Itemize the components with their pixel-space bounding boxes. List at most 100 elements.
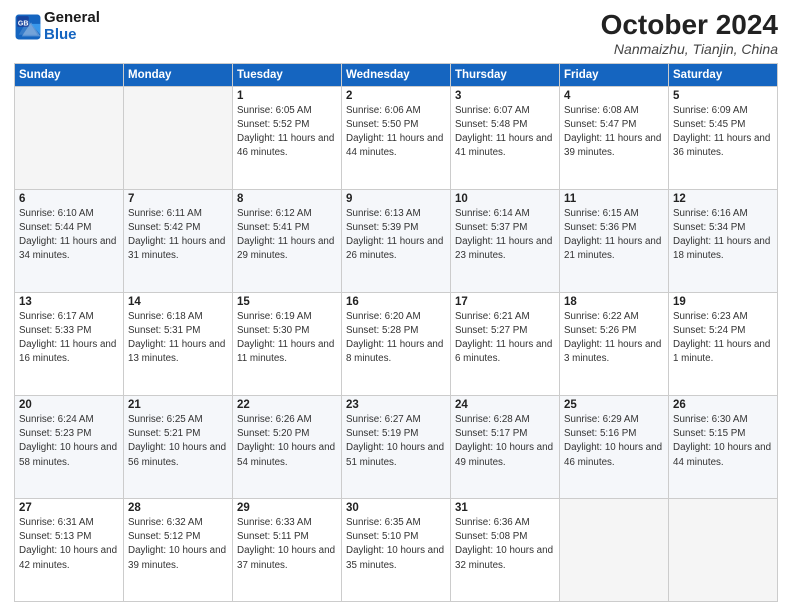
calendar-cell: 24Sunrise: 6:28 AM Sunset: 5:17 PM Dayli… — [451, 395, 560, 498]
day-info: Sunrise: 6:09 AM Sunset: 5:45 PM Dayligh… — [673, 104, 773, 161]
calendar-cell: 27Sunrise: 6:31 AM Sunset: 5:13 PM Dayli… — [15, 498, 124, 601]
calendar-cell: 14 Sunrise: 6:18 AM Sunset: 5:31 PM Dayli… — [124, 292, 233, 395]
day-number: 6 — [19, 193, 119, 205]
day-info: Sunrise: 6:18 AM Sunset: 5:31 PM Dayligh… — [128, 310, 228, 367]
day-info: Sunrise: 6:11 AM Sunset: 5:42 PM Dayligh… — [128, 207, 228, 264]
day-info: Sunrise: 6:17 AM Sunset: 5:33 PM Dayligh… — [19, 310, 119, 367]
day-info: Sunrise: 6:24 AM Sunset: 5:23 PM Dayligh… — [19, 413, 119, 470]
col-sunday: Sunday — [15, 63, 124, 86]
calendar-cell — [669, 498, 778, 601]
day-info: Sunrise: 6:06 AM Sunset: 5:50 PM Dayligh… — [346, 104, 446, 161]
day-info: Sunrise: 6:21 AM Sunset: 5:27 PM Dayligh… — [455, 310, 555, 367]
day-info: Sunrise: 6:22 AM Sunset: 5:26 PM Dayligh… — [564, 310, 664, 367]
day-number: 31 — [455, 502, 555, 514]
col-wednesday: Wednesday — [342, 63, 451, 86]
calendar-cell: 25 Sunrise: 6:29 AM Sunset: 5:16 PM Dayli… — [560, 395, 669, 498]
calendar-week-row: 27Sunrise: 6:31 AM Sunset: 5:13 PM Dayli… — [15, 498, 778, 601]
calendar-cell: 19Sunrise: 6:23 AM Sunset: 5:24 PM Dayli… — [669, 292, 778, 395]
calendar-cell: 1Sunrise: 6:05 AM Sunset: 5:52 PM Daylig… — [233, 86, 342, 189]
day-info: Sunrise: 6:26 AM Sunset: 5:20 PM Dayligh… — [237, 413, 337, 470]
col-saturday: Saturday — [669, 63, 778, 86]
day-number: 7 — [128, 193, 228, 205]
day-info: Sunrise: 6:14 AM Sunset: 5:37 PM Dayligh… — [455, 207, 555, 264]
day-number: 19 — [673, 296, 773, 308]
day-number: 20 — [19, 399, 119, 411]
day-number: 15 — [237, 296, 337, 308]
calendar-cell: 17Sunrise: 6:21 AM Sunset: 5:27 PM Dayli… — [451, 292, 560, 395]
calendar-cell: 3 Sunrise: 6:07 AM Sunset: 5:48 PM Daylig… — [451, 86, 560, 189]
calendar-cell: 6Sunrise: 6:10 AM Sunset: 5:44 PM Daylig… — [15, 189, 124, 292]
col-friday: Friday — [560, 63, 669, 86]
calendar-cell: 7 Sunrise: 6:11 AM Sunset: 5:42 PM Daylig… — [124, 189, 233, 292]
day-number: 28 — [128, 502, 228, 514]
day-number: 26 — [673, 399, 773, 411]
calendar-cell: 8 Sunrise: 6:12 AM Sunset: 5:41 PM Daylig… — [233, 189, 342, 292]
day-number: 22 — [237, 399, 337, 411]
calendar-week-row: 20 Sunrise: 6:24 AM Sunset: 5:23 PM Dayli… — [15, 395, 778, 498]
day-info: Sunrise: 6:25 AM Sunset: 5:21 PM Dayligh… — [128, 413, 228, 470]
calendar-cell: 28 Sunrise: 6:32 AM Sunset: 5:12 PM Dayli… — [124, 498, 233, 601]
calendar-cell: 23Sunrise: 6:27 AM Sunset: 5:19 PM Dayli… — [342, 395, 451, 498]
calendar-cell: 13 Sunrise: 6:17 AM Sunset: 5:33 PM Dayli… — [15, 292, 124, 395]
svg-text:GB: GB — [18, 20, 29, 27]
day-number: 18 — [564, 296, 664, 308]
day-number: 1 — [237, 90, 337, 102]
calendar-cell: 5 Sunrise: 6:09 AM Sunset: 5:45 PM Daylig… — [669, 86, 778, 189]
day-info: Sunrise: 6:30 AM Sunset: 5:15 PM Dayligh… — [673, 413, 773, 470]
month-title: October 2024 — [601, 10, 778, 41]
day-info: Sunrise: 6:35 AM Sunset: 5:10 PM Dayligh… — [346, 516, 446, 573]
day-number: 11 — [564, 193, 664, 205]
location: Nanmaizhu, Tianjin, China — [601, 41, 778, 57]
day-info: Sunrise: 6:07 AM Sunset: 5:48 PM Dayligh… — [455, 104, 555, 161]
calendar-week-row: 6Sunrise: 6:10 AM Sunset: 5:44 PM Daylig… — [15, 189, 778, 292]
title-block: October 2024 Nanmaizhu, Tianjin, China — [601, 10, 778, 57]
calendar-cell: 20 Sunrise: 6:24 AM Sunset: 5:23 PM Dayli… — [15, 395, 124, 498]
calendar-cell: 15Sunrise: 6:19 AM Sunset: 5:30 PM Dayli… — [233, 292, 342, 395]
weekday-header-row: Sunday Monday Tuesday Wednesday Thursday… — [15, 63, 778, 86]
calendar-week-row: 13 Sunrise: 6:17 AM Sunset: 5:33 PM Dayli… — [15, 292, 778, 395]
day-number: 13 — [19, 296, 119, 308]
day-info: Sunrise: 6:31 AM Sunset: 5:13 PM Dayligh… — [19, 516, 119, 573]
day-number: 9 — [346, 193, 446, 205]
calendar-cell: 9Sunrise: 6:13 AM Sunset: 5:39 PM Daylig… — [342, 189, 451, 292]
day-number: 14 — [128, 296, 228, 308]
day-number: 8 — [237, 193, 337, 205]
calendar-cell: 4 Sunrise: 6:08 AM Sunset: 5:47 PM Daylig… — [560, 86, 669, 189]
col-monday: Monday — [124, 63, 233, 86]
calendar-cell: 12 Sunrise: 6:16 AM Sunset: 5:34 PM Dayli… — [669, 189, 778, 292]
day-number: 25 — [564, 399, 664, 411]
calendar-cell: 29Sunrise: 6:33 AM Sunset: 5:11 PM Dayli… — [233, 498, 342, 601]
day-number: 4 — [564, 90, 664, 102]
calendar-cell: 11Sunrise: 6:15 AM Sunset: 5:36 PM Dayli… — [560, 189, 669, 292]
logo-text: General Blue — [44, 10, 100, 43]
calendar-week-row: 1Sunrise: 6:05 AM Sunset: 5:52 PM Daylig… — [15, 86, 778, 189]
logo: GB General Blue — [14, 10, 100, 43]
day-info: Sunrise: 6:08 AM Sunset: 5:47 PM Dayligh… — [564, 104, 664, 161]
day-info: Sunrise: 6:36 AM Sunset: 5:08 PM Dayligh… — [455, 516, 555, 573]
day-number: 21 — [128, 399, 228, 411]
day-info: Sunrise: 6:12 AM Sunset: 5:41 PM Dayligh… — [237, 207, 337, 264]
calendar-cell: 18 Sunrise: 6:22 AM Sunset: 5:26 PM Dayli… — [560, 292, 669, 395]
day-info: Sunrise: 6:33 AM Sunset: 5:11 PM Dayligh… — [237, 516, 337, 573]
day-number: 10 — [455, 193, 555, 205]
day-info: Sunrise: 6:16 AM Sunset: 5:34 PM Dayligh… — [673, 207, 773, 264]
col-thursday: Thursday — [451, 63, 560, 86]
header: GB General Blue October 2024 Nanmaizhu, … — [14, 10, 778, 57]
day-info: Sunrise: 6:32 AM Sunset: 5:12 PM Dayligh… — [128, 516, 228, 573]
calendar-cell — [560, 498, 669, 601]
day-number: 3 — [455, 90, 555, 102]
col-tuesday: Tuesday — [233, 63, 342, 86]
calendar-cell — [124, 86, 233, 189]
day-number: 16 — [346, 296, 446, 308]
day-number: 2 — [346, 90, 446, 102]
calendar-cell: 26 Sunrise: 6:30 AM Sunset: 5:15 PM Dayli… — [669, 395, 778, 498]
calendar-cell: 31 Sunrise: 6:36 AM Sunset: 5:08 PM Dayli… — [451, 498, 560, 601]
day-number: 5 — [673, 90, 773, 102]
day-info: Sunrise: 6:29 AM Sunset: 5:16 PM Dayligh… — [564, 413, 664, 470]
calendar-cell: 16 Sunrise: 6:20 AM Sunset: 5:28 PM Dayli… — [342, 292, 451, 395]
calendar-cell: 30Sunrise: 6:35 AM Sunset: 5:10 PM Dayli… — [342, 498, 451, 601]
day-info: Sunrise: 6:28 AM Sunset: 5:17 PM Dayligh… — [455, 413, 555, 470]
day-info: Sunrise: 6:20 AM Sunset: 5:28 PM Dayligh… — [346, 310, 446, 367]
logo-icon: GB — [14, 13, 42, 41]
day-number: 12 — [673, 193, 773, 205]
